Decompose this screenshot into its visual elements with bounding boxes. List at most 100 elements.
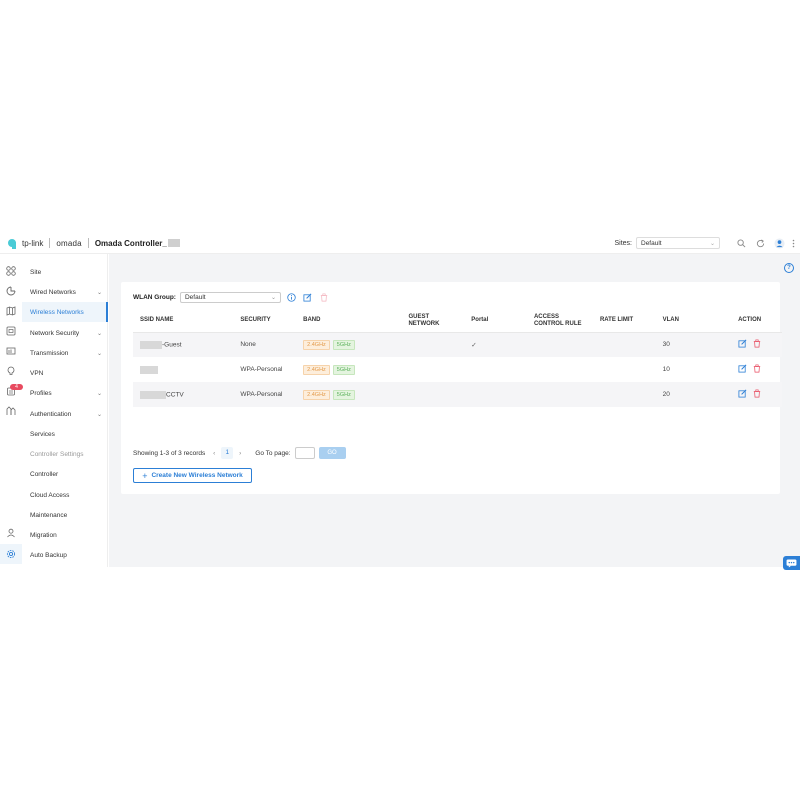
nav-services[interactable]: Services bbox=[22, 424, 108, 444]
product-name: omada bbox=[56, 238, 82, 248]
nav-site[interactable]: Site bbox=[22, 262, 108, 282]
delete-icon[interactable] bbox=[753, 339, 761, 350]
nav-label: Wireless Networks bbox=[30, 308, 84, 316]
nav-section-label: Controller Settings bbox=[30, 450, 84, 458]
nav-profiles[interactable]: Profiles ⌄ bbox=[22, 383, 108, 403]
create-wireless-network-button[interactable]: + Create New Wireless Network bbox=[133, 468, 252, 483]
reports-icon[interactable] bbox=[5, 405, 17, 417]
col-guest-network-label: GUEST NETWORK bbox=[408, 313, 440, 327]
chevron-down-icon: ⌄ bbox=[96, 289, 102, 296]
rate-limit-cell bbox=[593, 357, 656, 382]
help-icon[interactable]: ? bbox=[784, 263, 794, 273]
checkmark-icon: ✓ bbox=[471, 341, 477, 349]
band-cell: 2.4GHz 5GHz bbox=[296, 332, 402, 357]
table-row[interactable]: WPA-Personal 2.4GHz 5GHz 10 bbox=[133, 357, 782, 382]
vlan-cell: 20 bbox=[655, 382, 732, 407]
redacted-name bbox=[167, 239, 180, 248]
chevron-down-icon: ⌄ bbox=[270, 294, 276, 301]
insight-icon[interactable] bbox=[5, 365, 17, 377]
nav-transmission[interactable]: Transmission ⌄ bbox=[22, 343, 108, 363]
map-icon[interactable] bbox=[5, 305, 17, 317]
chevron-right-icon[interactable]: › bbox=[235, 450, 245, 457]
table-row[interactable]: -Guest None 2.4GHz 5GHz ✓ 30 bbox=[133, 332, 782, 357]
chevron-down-icon: ⌄ bbox=[96, 390, 102, 397]
chevron-left-icon[interactable]: ‹ bbox=[209, 450, 219, 457]
clients-icon[interactable] bbox=[5, 345, 17, 357]
col-ssid-name: SSID NAME bbox=[133, 310, 234, 333]
rate-limit-cell bbox=[592, 382, 656, 407]
rate-limit-cell bbox=[592, 332, 656, 357]
nav-network-security[interactable]: Network Security ⌄ bbox=[22, 323, 108, 343]
nav-vpn[interactable]: VPN bbox=[22, 363, 108, 383]
wireless-networks-table: SSID NAME SECURITY BAND GUEST NETWORK Po… bbox=[133, 310, 782, 407]
col-vlan: VLAN bbox=[655, 310, 732, 333]
band-5-tag: 5GHz bbox=[332, 364, 355, 375]
edit-group-icon[interactable] bbox=[303, 292, 313, 302]
sites-select[interactable]: Default ⌄ bbox=[636, 237, 720, 249]
nav-controller[interactable]: Controller bbox=[22, 464, 108, 484]
nav-maintenance[interactable]: Maintenance bbox=[22, 505, 108, 525]
security-cell: WPA-Personal bbox=[233, 382, 297, 407]
nav-auto-backup[interactable]: Auto Backup bbox=[22, 545, 108, 565]
dashboard-icon[interactable] bbox=[5, 265, 17, 277]
nav-label: Transmission bbox=[30, 349, 69, 357]
nav-label: Authentication bbox=[30, 410, 72, 418]
guest-cell bbox=[401, 382, 465, 407]
action-cell bbox=[731, 332, 782, 357]
delete-icon[interactable] bbox=[753, 364, 761, 375]
settings-gear-icon[interactable] bbox=[5, 548, 17, 560]
action-cell bbox=[731, 382, 782, 407]
search-icon[interactable] bbox=[735, 237, 747, 249]
nav-label: Maintenance bbox=[30, 511, 68, 519]
nav-authentication[interactable]: Authentication ⌄ bbox=[22, 404, 108, 424]
sites-label: Sites: bbox=[614, 239, 632, 247]
band-5-tag: 5GHz bbox=[332, 389, 355, 400]
security-cell: WPA-Personal bbox=[240, 366, 283, 373]
user-avatar-icon[interactable] bbox=[773, 237, 785, 249]
table-row[interactable]: CCTV WPA-Personal 2.4GHz 5GHz 20 bbox=[133, 382, 782, 407]
nav-wired-networks[interactable]: Wired Networks ⌄ bbox=[22, 282, 108, 302]
nav-label: Cloud Access bbox=[30, 491, 70, 499]
band-24-tag: 2.4GHz bbox=[303, 339, 330, 350]
delete-icon[interactable] bbox=[753, 389, 761, 400]
nav-label: Site bbox=[30, 268, 42, 276]
table-header-row: SSID NAME SECURITY BAND GUEST NETWORK Po… bbox=[133, 310, 782, 333]
go-button[interactable]: GO bbox=[318, 447, 346, 459]
refresh-icon[interactable] bbox=[754, 237, 766, 249]
nav-label: VPN bbox=[30, 369, 44, 377]
nav-label: Network Security bbox=[30, 329, 80, 337]
nav-wireless-networks[interactable]: Wireless Networks bbox=[22, 302, 108, 322]
chevron-down-icon: ⌄ bbox=[96, 350, 102, 357]
acl-cell bbox=[526, 382, 593, 407]
nav-section-controller-settings: Controller Settings bbox=[22, 444, 108, 464]
nav-label: Wired Networks bbox=[30, 288, 76, 296]
goto-page-label: Go To page: bbox=[255, 449, 291, 457]
wlan-group-select[interactable]: Default ⌄ bbox=[179, 291, 281, 303]
account-icon[interactable] bbox=[5, 527, 17, 539]
header-actions: Sites: Default ⌄ bbox=[614, 236, 796, 250]
col-security: SECURITY bbox=[233, 310, 297, 333]
ssid-cell: -Guest bbox=[133, 332, 234, 357]
sites-select-value: Default bbox=[641, 239, 662, 247]
page-number-current[interactable]: 1 bbox=[221, 447, 234, 459]
devices-icon[interactable] bbox=[5, 325, 17, 337]
edit-icon[interactable] bbox=[738, 364, 747, 375]
col-acl-label: ACCESS CONTROL RULE bbox=[533, 313, 582, 327]
records-summary: Showing 1-3 of 3 records bbox=[133, 449, 206, 457]
edit-icon[interactable] bbox=[738, 389, 747, 400]
tplink-logo-icon bbox=[8, 237, 20, 249]
info-icon[interactable] bbox=[287, 292, 297, 302]
goto-page-input[interactable] bbox=[294, 447, 315, 459]
acl-cell bbox=[527, 357, 593, 382]
chevron-down-icon: ⌄ bbox=[709, 240, 715, 247]
nav-migration[interactable]: Migration bbox=[22, 525, 108, 545]
more-vertical-icon[interactable] bbox=[790, 237, 796, 249]
statistics-icon[interactable] bbox=[5, 285, 17, 297]
action-cell bbox=[731, 357, 782, 382]
edit-icon[interactable] bbox=[738, 339, 747, 350]
band-5-tag: 5GHz bbox=[332, 339, 355, 350]
band-cell: 2.4GHz 5GHz bbox=[296, 382, 402, 407]
controller-title: Omada Controller_ bbox=[95, 239, 180, 248]
chat-support-button[interactable] bbox=[783, 556, 800, 570]
nav-cloud-access[interactable]: Cloud Access bbox=[22, 485, 108, 505]
